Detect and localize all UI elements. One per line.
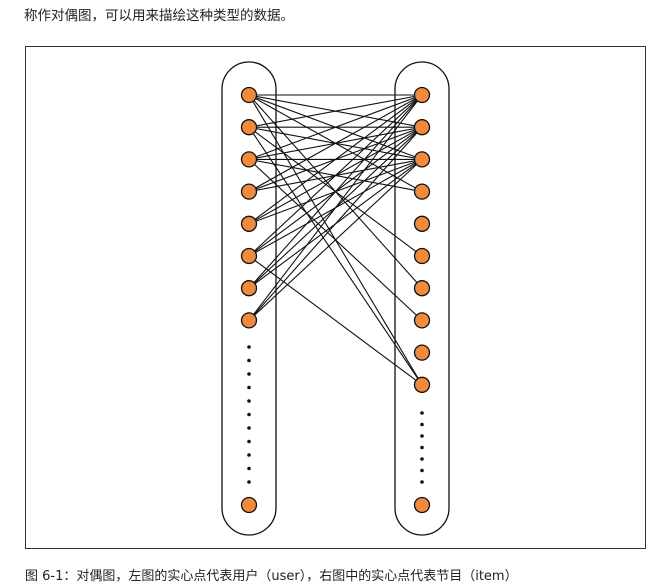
item-node-4 [413,215,431,232]
user-node-2 [240,151,258,168]
user-node-7 [240,312,258,329]
right-ellipsis-dot [420,422,424,427]
edges [248,94,423,386]
left-ellipsis-dot [247,385,251,390]
edge-l1-r9 [248,126,423,386]
user-node-1 [240,119,258,136]
edge-l7-r0 [248,94,423,321]
item-node-2 [413,151,431,168]
right-ellipsis-dot [420,434,424,438]
user-node-4 [240,215,258,232]
left-ellipsis-dot [247,439,251,444]
item-node-6 [413,280,431,297]
right-ellipsis-dot [420,445,424,450]
left-ellipsis-dot [247,412,251,417]
edge-l7-r1 [248,126,423,321]
user-node-0 [240,86,258,104]
left-ellipsis-dot [247,345,251,349]
figure-caption: 图 6-1：对偶图，左图的实心点代表用户（user），右图中的实心点代表节目（i… [25,569,518,584]
left-ellipsis-dot [247,426,251,430]
user-node-5 [240,247,258,265]
left-ellipsis-dot [247,453,251,457]
item-node-1 [413,119,431,136]
right-ellipsis-dot [420,480,424,484]
left-ellipsis-dot [247,358,251,363]
left-ellipsis-dot [247,372,251,376]
item-node-last [413,496,431,514]
left-ellipsis-dot [247,466,251,471]
item-node-0 [413,86,431,104]
item-node-3 [413,183,431,200]
right-ellipsis-dot [420,411,424,415]
edge-l5-r9 [248,255,423,386]
left-ellipsis-dot [247,480,251,484]
user-node-last [240,496,258,514]
item-node-7 [413,312,431,329]
bipartite-graph [221,61,450,536]
item-node-5 [413,247,431,265]
right-ellipsis-dot [420,468,424,473]
user-node-3 [240,183,258,200]
right-ellipsis-dot [420,457,424,461]
left-ellipsis-dot [247,399,251,403]
item-node-9 [413,376,431,393]
edge-l5-r0 [248,94,423,257]
item-node-8 [413,344,431,361]
user-node-6 [240,280,258,297]
